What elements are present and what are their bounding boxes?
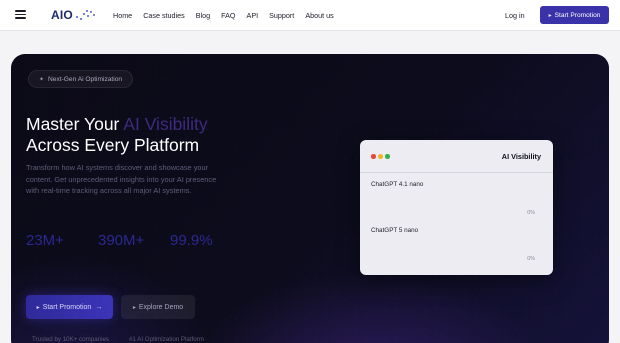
- start-promotion-nav-label: Start Promotion: [554, 11, 601, 19]
- logo-text: AIO: [51, 8, 73, 22]
- trust-row: Trusted by 10K+ companies #1 AI Optimiza…: [32, 336, 224, 343]
- rocket-icon: ▸: [548, 12, 552, 19]
- arrow-right-icon: →: [95, 303, 103, 311]
- play-icon: ▸: [132, 304, 136, 311]
- hero-badge-label: Next-Gen Ai Optimization: [48, 75, 123, 83]
- explore-demo-button[interactable]: ▸ Explore Demo: [121, 295, 195, 319]
- window-minimize-dot: [378, 154, 383, 159]
- hero-title-accent: AI Visibility: [123, 114, 208, 134]
- rocket-icon: ▸: [36, 304, 40, 311]
- top-nav: AIO Home Case studies Blog FAQ API Suppo…: [0, 0, 620, 31]
- start-promotion-label: Start Promotion: [42, 303, 92, 311]
- stat-value: 23M+: [26, 232, 64, 249]
- login-link[interactable]: Log in: [505, 11, 525, 20]
- nav-link-api[interactable]: API: [247, 11, 259, 20]
- card-title: AI Visibility: [501, 152, 541, 161]
- logo[interactable]: AIO: [51, 8, 97, 22]
- explore-demo-label: Explore Demo: [138, 303, 184, 311]
- hero-badge: ✦ Next-Gen Ai Optimization: [28, 70, 134, 88]
- nav-links: Home Case studies Blog FAQ API Support A…: [113, 11, 345, 20]
- stat-item: 390M+: [98, 232, 170, 253]
- trust-item: Trusted by 10K+ companies: [32, 336, 109, 343]
- ai-visibility-card: AI Visibility ChatGPT 4.1 nano 0% ChatGP…: [360, 140, 553, 275]
- stat-value: 99.9%: [170, 232, 213, 249]
- logo-dots-icon: [75, 9, 97, 21]
- sparkle-icon: ✦: [39, 76, 45, 83]
- nav-link-faq[interactable]: FAQ: [221, 11, 235, 20]
- stat-item: 99.9%: [170, 232, 242, 253]
- nav-link-about[interactable]: About us: [305, 11, 333, 20]
- stat-item: 23M+: [26, 232, 98, 253]
- start-promotion-button[interactable]: ▸ Start Promotion →: [26, 295, 113, 319]
- trust-item: #1 AI Optimization Platform: [128, 336, 204, 343]
- hero-description: Transform how AI systems discover and sh…: [26, 163, 217, 196]
- hero-section: ✦ Next-Gen Ai Optimization Master Your A…: [11, 54, 609, 343]
- nav-link-blog[interactable]: Blog: [196, 11, 210, 20]
- window-maximize-dot: [385, 154, 390, 159]
- stat-value: 390M+: [98, 232, 145, 249]
- hero-title-part1: Master Your: [26, 114, 124, 134]
- model-label: ChatGPT 5 nano: [371, 227, 419, 234]
- card-header: AI Visibility: [360, 140, 553, 173]
- model-label: ChatGPT 4.1 nano: [371, 181, 424, 188]
- nav-link-support[interactable]: Support: [269, 11, 294, 20]
- hero-title-part2: Across Every Platform: [26, 135, 200, 155]
- model-percent: 0%: [527, 210, 535, 216]
- nav-link-case-studies[interactable]: Case studies: [143, 11, 185, 20]
- hero-title: Master Your AI Visibility Across Every P…: [26, 114, 286, 156]
- start-promotion-nav-button[interactable]: ▸ Start Promotion: [540, 6, 609, 24]
- model-percent: 0%: [527, 256, 535, 262]
- window-close-dot: [371, 154, 376, 159]
- nav-link-home[interactable]: Home: [113, 11, 132, 20]
- hero-stats: 23M+ 390M+ 99.9%: [26, 232, 242, 253]
- menu-icon[interactable]: [15, 10, 26, 19]
